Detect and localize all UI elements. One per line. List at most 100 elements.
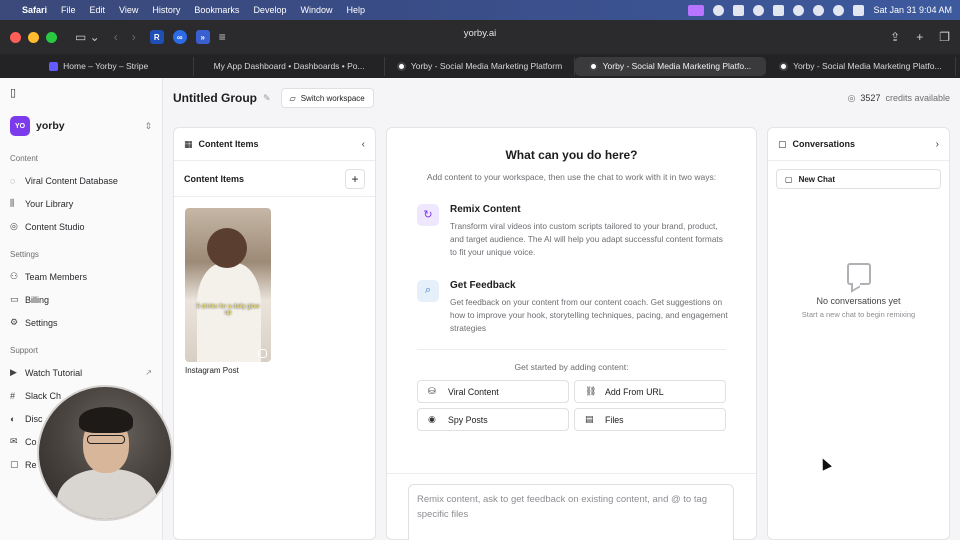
new-chat-button[interactable]: ▢ New Chat bbox=[776, 169, 941, 189]
status-icon-4[interactable] bbox=[773, 4, 785, 16]
back-icon[interactable]: ‹ bbox=[114, 30, 118, 44]
help-subtitle: Add content to your workspace, then use … bbox=[426, 172, 717, 182]
bulb-icon: ◌ bbox=[10, 175, 16, 186]
feature-remix: ↻ Remix Content Transform viral videos i… bbox=[417, 203, 726, 260]
compass-icon: ◎ bbox=[10, 221, 18, 231]
chat-icon: ▢ bbox=[10, 459, 19, 469]
extension-r-icon[interactable]: R bbox=[149, 30, 164, 44]
discord-icon: ◐ bbox=[10, 413, 16, 424]
close-window-button[interactable] bbox=[10, 31, 21, 43]
content-thumbnail[interactable]: 5 drinks for a daily glow up bbox=[185, 208, 271, 362]
gear-icon: ⚙ bbox=[10, 317, 19, 327]
empty-chat-icon bbox=[846, 263, 871, 285]
play-status-icon[interactable] bbox=[793, 4, 805, 16]
sidebar-item-viral-content-database[interactable]: ◌ Viral Content Database bbox=[10, 169, 152, 192]
window-controls bbox=[10, 31, 57, 43]
chat-input[interactable]: Remix content, ask to get feedback on ex… bbox=[408, 484, 734, 540]
feature-desc: Get feedback on your content from our co… bbox=[450, 296, 728, 334]
workspace-switcher[interactable]: YO yorby ⇕ bbox=[10, 116, 152, 136]
forward-icon[interactable]: › bbox=[132, 30, 136, 44]
status-icon-1[interactable] bbox=[713, 4, 725, 16]
message-icon: ▢ bbox=[778, 138, 787, 149]
status-icon-2[interactable] bbox=[733, 4, 745, 16]
content-item-label: Instagram Post bbox=[185, 366, 239, 375]
spotlight-icon[interactable] bbox=[833, 4, 845, 16]
switch-workspace-button[interactable]: ▱ Switch workspace bbox=[280, 88, 374, 108]
macos-menubar: Safari File Edit View History Bookmarks … bbox=[0, 0, 960, 20]
conversations-header: ▢ Conversations › bbox=[768, 128, 949, 161]
tab-yorby-active[interactable]: Yorby - Social Media Marketing Platfo... bbox=[575, 56, 766, 76]
menu-develop[interactable]: Develop bbox=[253, 5, 286, 15]
wifi-icon[interactable] bbox=[813, 4, 825, 16]
control-center-icon[interactable] bbox=[853, 4, 865, 16]
menu-file[interactable]: File bbox=[61, 5, 76, 15]
add-content-button[interactable]: + bbox=[345, 168, 365, 189]
menu-app[interactable]: Safari bbox=[22, 5, 47, 15]
edit-pencil-icon[interactable]: ✎ bbox=[263, 93, 271, 104]
folder-icon: ▱ bbox=[289, 93, 296, 103]
viral-content-button[interactable]: ⛁ Viral Content bbox=[417, 380, 569, 404]
new-tab-icon[interactable]: + bbox=[916, 30, 923, 44]
extension-dp-icon[interactable]: » bbox=[195, 30, 210, 44]
sidebar-item-settings[interactable]: ⚙ Settings bbox=[10, 311, 152, 334]
chat-area: Remix content, ask to get feedback on ex… bbox=[387, 473, 756, 540]
tab-overview-icon[interactable]: ≡ bbox=[219, 30, 226, 44]
feature-title: Get Feedback bbox=[450, 279, 516, 291]
expand-panel-icon[interactable]: › bbox=[936, 139, 939, 150]
tab-yorby-1[interactable]: Yorby - Social Media Marketing Platform bbox=[385, 56, 576, 76]
tab-yorby-3[interactable]: Yorby - Social Media Marketing Platfo... bbox=[766, 56, 957, 76]
minimize-window-button[interactable] bbox=[28, 31, 39, 43]
menu-view[interactable]: View bbox=[119, 5, 138, 15]
users-icon: ⚇ bbox=[10, 271, 19, 281]
library-icon: ⫼ bbox=[10, 198, 15, 208]
menu-window[interactable]: Window bbox=[300, 5, 332, 15]
stripe-icon bbox=[49, 61, 59, 71]
sidebar-item-content-studio[interactable]: ◎ Content Studio bbox=[10, 215, 152, 238]
url-bar[interactable]: yorby.ai bbox=[464, 28, 497, 39]
app: ▯ YO yorby ⇕ Content ◌ Viral Content Data… bbox=[0, 78, 960, 540]
sidebar-item-billing[interactable]: ▭ Billing bbox=[10, 288, 152, 311]
menu-bookmarks[interactable]: Bookmarks bbox=[194, 5, 239, 15]
get-started-label: Get started by adding content: bbox=[514, 362, 629, 373]
refresh-icon: ↻ bbox=[417, 203, 439, 226]
thumbnail-caption: 5 drinks for a daily glow up bbox=[196, 304, 260, 316]
eye-icon: ◉ bbox=[428, 414, 436, 425]
external-link-icon: ↗ bbox=[145, 368, 152, 377]
share-icon[interactable]: ⇪ bbox=[890, 30, 900, 44]
workspace-badge: YO bbox=[10, 116, 30, 136]
yorby-icon bbox=[396, 61, 406, 71]
page-title: Untitled Group bbox=[173, 91, 257, 105]
sidebar-item-watch-tutorial[interactable]: ▶ Watch Tutorial ↗ bbox=[10, 361, 152, 384]
grid-icon: ▦ bbox=[184, 138, 193, 149]
collapse-panel-icon[interactable]: ‹ bbox=[362, 139, 365, 150]
zoom-window-button[interactable] bbox=[46, 31, 57, 43]
content-items-panel: ▦ Content Items ‹ Content Items + 5 drin… bbox=[173, 127, 376, 540]
sidebar-item-your-library[interactable]: ⫼ Your Library bbox=[10, 192, 152, 215]
menu-help[interactable]: Help bbox=[346, 5, 365, 15]
mail-icon: ✉ bbox=[10, 436, 18, 446]
conversations-panel: ▢ Conversations › ▢ New Chat No conversat… bbox=[767, 127, 950, 540]
menu-history[interactable]: History bbox=[152, 5, 180, 15]
clock[interactable]: Sat Jan 31 9:04 AM bbox=[873, 5, 952, 15]
play-icon: ▶ bbox=[10, 367, 17, 377]
help-title: What can you do here? bbox=[505, 148, 638, 162]
hash-icon: # bbox=[10, 390, 16, 401]
tab-dashboard[interactable]: My App Dashboard • Dashboards • Po... bbox=[0, 56, 960, 540]
tab-bar: Home – Yorby – Stripe My App Dashboard •… bbox=[0, 54, 960, 540]
sidebar-section-settings: Settings bbox=[10, 250, 39, 259]
files-button[interactable]: ▤ Files bbox=[574, 408, 726, 432]
tabs-icon[interactable]: ❐ bbox=[939, 30, 950, 44]
sidebar-section-content: Content bbox=[10, 154, 39, 163]
extension-blue-icon[interactable]: ∞ bbox=[172, 30, 187, 44]
sidebar-item-team-members[interactable]: ⚇ Team Members bbox=[10, 265, 152, 288]
sidebar-collapse-icon[interactable]: ▯ bbox=[10, 86, 152, 104]
yorby-icon bbox=[588, 61, 598, 71]
add-content-actions: ⛁ Viral Content ⛓ Add From URL ◉ Spy Posts … bbox=[417, 380, 756, 432]
menu-edit[interactable]: Edit bbox=[90, 5, 106, 15]
spy-posts-button[interactable]: ◉ Spy Posts bbox=[417, 408, 569, 432]
sidebar-toggle-icon[interactable]: ▭ ⌄ bbox=[75, 30, 100, 44]
tab-stripe[interactable]: Home – Yorby – Stripe bbox=[4, 56, 195, 76]
add-from-url-button[interactable]: ⛓ Add From URL bbox=[574, 380, 726, 404]
screen-record-icon[interactable] bbox=[688, 4, 705, 16]
status-icon-3[interactable] bbox=[753, 4, 765, 16]
